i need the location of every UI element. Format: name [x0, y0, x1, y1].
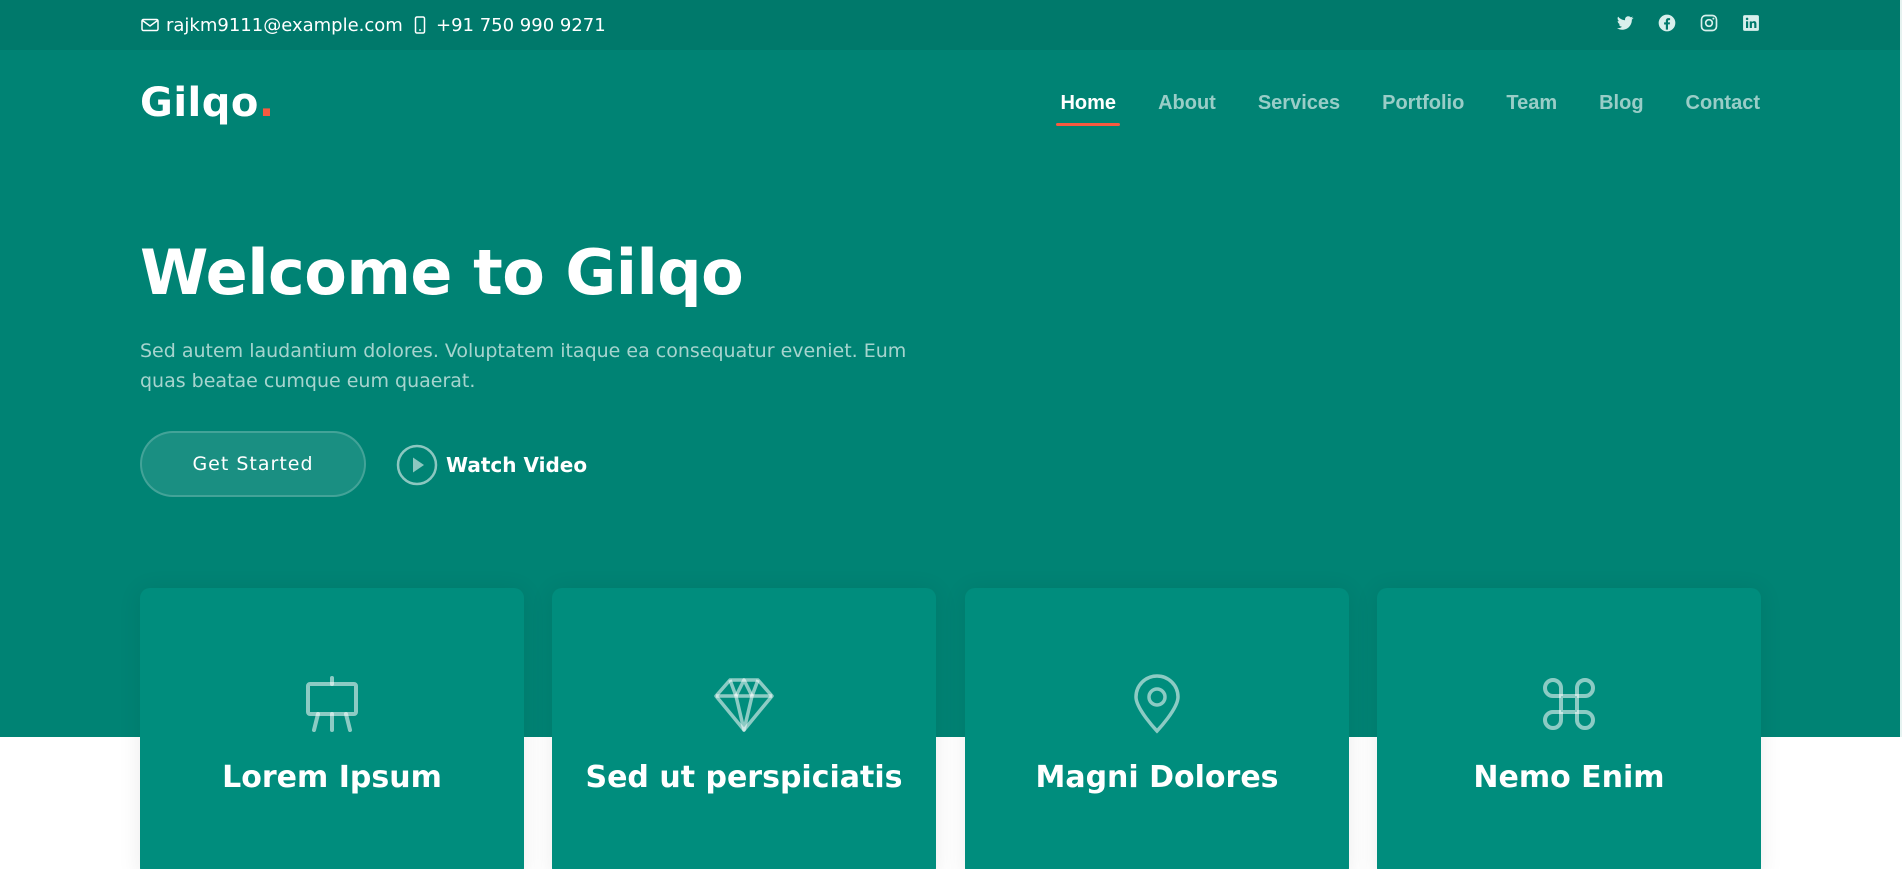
get-started-label: Get Started — [192, 453, 314, 475]
geo-pin-icon — [1134, 674, 1180, 734]
hero-title: Welcome to Gilqo — [140, 236, 744, 309]
linkedin-icon[interactable] — [1740, 12, 1762, 34]
feature-card-title: Sed ut perspiciatis — [585, 760, 903, 795]
nav-about[interactable]: About — [1158, 92, 1216, 115]
envelope-icon — [141, 18, 159, 32]
nav-portfolio[interactable]: Portfolio — [1382, 92, 1464, 115]
twitter-icon[interactable] — [1614, 12, 1636, 34]
nav-team[interactable]: Team — [1506, 92, 1557, 115]
social-links — [1614, 12, 1762, 34]
feature-card-lorem-ipsum[interactable]: Lorem Ipsum — [140, 588, 524, 869]
nav-blog[interactable]: Blog — [1599, 92, 1643, 115]
play-circle-icon — [396, 444, 438, 486]
topbar-email[interactable]: rajkm9111@example.com — [140, 0, 403, 50]
site-logo[interactable]: Gilqo. — [140, 80, 275, 126]
easel-icon — [306, 676, 358, 732]
watch-video-label: Watch Video — [446, 453, 588, 477]
gem-icon — [714, 678, 774, 732]
feature-card-title: Magni Dolores — [1035, 760, 1279, 795]
topbar-phone-text: +91 750 990 9271 — [436, 14, 606, 36]
feature-card-title: Nemo Enim — [1473, 760, 1665, 795]
feature-card-nemo-enim[interactable]: Nemo Enim — [1377, 588, 1761, 869]
site-logo-text: Gilqo — [140, 80, 259, 126]
nav-home[interactable]: Home — [1056, 92, 1120, 126]
watch-video-button[interactable]: Watch Video — [396, 444, 587, 486]
feature-card-perspiciatis[interactable]: Sed ut perspiciatis — [552, 588, 936, 869]
phone-icon — [414, 16, 426, 34]
command-icon — [1543, 678, 1595, 730]
main-nav: Home About Services Portfolio Team Blog … — [1056, 92, 1760, 126]
topbar-phone[interactable]: +91 750 990 9271 — [410, 0, 606, 50]
logo-dot: . — [258, 80, 275, 126]
nav-contact[interactable]: Contact — [1686, 92, 1760, 115]
get-started-button[interactable]: Get Started — [140, 431, 366, 497]
feature-card-title: Lorem Ipsum — [222, 760, 442, 795]
topbar: rajkm9111@example.com +91 750 990 9271 — [0, 0, 1902, 50]
feature-card-magni-dolores[interactable]: Magni Dolores — [965, 588, 1349, 869]
instagram-icon[interactable] — [1698, 12, 1720, 34]
topbar-email-text: rajkm9111@example.com — [166, 14, 403, 36]
hero-description: Sed autem laudantium dolores. Voluptatem… — [140, 340, 907, 392]
nav-services[interactable]: Services — [1258, 92, 1340, 115]
facebook-icon[interactable] — [1656, 12, 1678, 34]
